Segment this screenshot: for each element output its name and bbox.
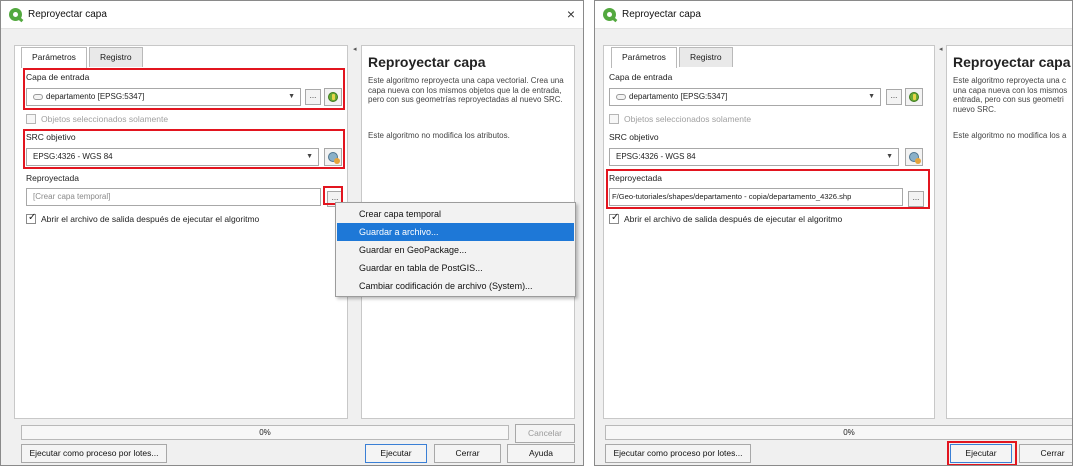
output-options-menu: Crear capa temporal Guardar a archivo...… (335, 202, 576, 297)
qgis-logo-icon (9, 8, 22, 21)
close-button[interactable]: Cerrar (434, 444, 501, 463)
close-icon[interactable]: × (567, 6, 575, 22)
input-layer-value: departamento [EPSG:5347] (629, 92, 728, 101)
output-path-field[interactable]: [Crear capa temporal] (26, 188, 321, 206)
menu-item-change-encoding[interactable]: Cambiar codificación de archivo (System)… (337, 277, 574, 295)
tab-parametros[interactable]: Parámetros (21, 47, 87, 68)
open-after-checkbox[interactable] (609, 212, 619, 224)
title-bar: Reproyectar capa (595, 1, 1072, 29)
input-layer-label: Capa de entrada (609, 72, 673, 82)
output-options-button[interactable]: ... (908, 191, 924, 207)
menu-item-save-geopackage[interactable]: Guardar en GeoPackage... (337, 241, 574, 259)
tab-registro[interactable]: Registro (678, 47, 733, 67)
menu-item-save-postgis[interactable]: Guardar en tabla de PostGIS... (337, 259, 574, 277)
menu-item-save-to-file[interactable]: Guardar a archivo... (337, 223, 574, 241)
vector-layer-icon (616, 93, 626, 100)
cancel-button[interactable]: Cancelar (515, 424, 575, 443)
help-note: Este algoritmo no modifica los a (953, 131, 1067, 140)
browse-layer-button[interactable]: ... (305, 89, 321, 105)
reproject-dialog-left: Reproyectar capa × Parámetros Registro ◂… (0, 0, 584, 466)
tab-bar: Parámetros Registro (611, 47, 735, 68)
collapse-handle-icon[interactable]: ◂ (353, 45, 357, 53)
output-label: Reproyectada (26, 173, 79, 183)
select-crs-button[interactable] (324, 148, 342, 166)
collapse-handle-icon[interactable]: ◂ (939, 45, 943, 53)
tab-registro[interactable]: Registro (88, 47, 143, 67)
menu-item-temp-layer[interactable]: Crear capa temporal (337, 205, 574, 223)
output-label: Reproyectada (609, 173, 662, 183)
help-note: Este algoritmo no modifica los atributos… (368, 131, 510, 140)
output-path-field[interactable]: F/Geo-tutoriales/shapes/departamento - c… (609, 188, 903, 206)
tab-bar: Parámetros Registro (21, 47, 145, 68)
chevron-down-icon: ▼ (868, 93, 875, 100)
input-layer-combo[interactable]: departamento [EPSG:5347] ▼ (609, 88, 881, 106)
help-description: Este algoritmo reproyecta una capa vecto… (368, 76, 564, 104)
target-crs-value: EPSG:4326 - WGS 84 (616, 152, 696, 161)
iterate-icon (909, 92, 919, 102)
target-crs-label: SRC objetivo (26, 132, 76, 142)
progress-bar: 0% (21, 425, 509, 440)
chevron-down-icon: ▼ (306, 153, 313, 160)
help-line-3: entrada, pero con sus geometri (953, 95, 1064, 104)
browse-layer-button[interactable]: ... (886, 89, 902, 105)
chevron-down-icon: ▼ (886, 153, 893, 160)
iterate-button[interactable] (324, 88, 342, 106)
selected-only-label: Objetos seleccionados solamente (624, 114, 752, 124)
batch-process-button[interactable]: Ejecutar como proceso por lotes... (605, 444, 751, 463)
chevron-down-icon: ▼ (288, 93, 295, 100)
help-panel: Reproyectar capa Este algoritmo reproyec… (946, 45, 1072, 419)
iterate-icon (328, 92, 338, 102)
close-button[interactable]: Cerrar (1019, 444, 1072, 463)
open-after-label: Abrir el archivo de salida después de ej… (624, 214, 843, 224)
window-title: Reproyectar capa (622, 9, 701, 20)
selected-only-checkbox[interactable] (26, 114, 36, 124)
batch-process-button[interactable]: Ejecutar como proceso por lotes... (21, 444, 167, 463)
input-layer-value: departamento [EPSG:5347] (46, 92, 145, 101)
help-button[interactable]: Ayuda (507, 444, 575, 463)
run-button[interactable]: Ejecutar (950, 444, 1012, 463)
target-crs-label: SRC objetivo (609, 132, 659, 142)
open-after-checkbox[interactable] (26, 212, 36, 224)
reproject-dialog-right: Reproyectar capa Parámetros Registro ◂ C… (594, 0, 1073, 466)
crs-globe-icon (328, 152, 340, 164)
target-crs-combo[interactable]: EPSG:4326 - WGS 84 ▼ (609, 148, 899, 166)
window-title: Reproyectar capa (28, 9, 107, 20)
open-after-label: Abrir el archivo de salida después de ej… (41, 214, 260, 224)
target-crs-value: EPSG:4326 - WGS 84 (33, 152, 113, 161)
iterate-button[interactable] (905, 88, 923, 106)
help-line-2: una capa nueva con los mismos (953, 85, 1068, 95)
title-bar: Reproyectar capa × (1, 1, 583, 29)
progress-bar: 0% (605, 425, 1072, 440)
input-layer-combo[interactable]: departamento [EPSG:5347] ▼ (26, 88, 301, 106)
tab-parametros[interactable]: Parámetros (611, 47, 677, 68)
selected-only-checkbox[interactable] (609, 114, 619, 124)
input-layer-label: Capa de entrada (26, 72, 90, 82)
qgis-logo-icon (603, 8, 616, 21)
target-crs-combo[interactable]: EPSG:4326 - WGS 84 ▼ (26, 148, 319, 166)
help-line-1: Este algoritmo reproyecta una c (953, 76, 1066, 85)
selected-only-label: Objetos seleccionados solamente (41, 114, 169, 124)
vector-layer-icon (33, 93, 43, 100)
crs-globe-icon (909, 152, 921, 164)
help-title: Reproyectar capa (953, 54, 1071, 70)
help-line-4: nuevo SRC. (953, 104, 997, 114)
select-crs-button[interactable] (905, 148, 923, 166)
help-title: Reproyectar capa (368, 54, 486, 70)
run-button[interactable]: Ejecutar (365, 444, 427, 463)
